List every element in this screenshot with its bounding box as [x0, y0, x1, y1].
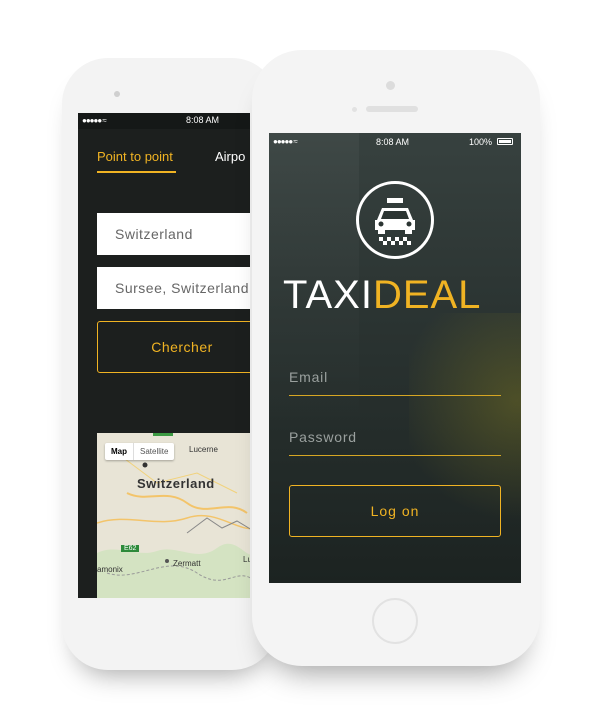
password-field[interactable]: Password: [289, 429, 501, 456]
destination-field[interactable]: Sursee, Switzerland: [97, 267, 250, 309]
map-label-country: Switzerland: [137, 476, 215, 491]
signal-icon: ●●●●● ≈: [82, 116, 107, 125]
login-button[interactable]: Log on: [289, 485, 501, 537]
camera-dot: [386, 81, 395, 90]
status-time: 8:08 AM: [186, 115, 220, 125]
tab-point-to-point[interactable]: Point to point: [97, 149, 173, 164]
status-bar: ●●●●● ≈ 8:08 AM: [78, 113, 250, 129]
map-road-badge: E62: [121, 545, 140, 552]
camera-dot: [114, 91, 120, 97]
origin-field[interactable]: Switzerland: [97, 213, 250, 255]
status-bar: ●●●●● ≈ 8:08 AM 100%: [269, 133, 521, 151]
brand-part-taxi: TAXI: [283, 273, 373, 317]
map-label-zermatt: Zermatt: [173, 559, 201, 568]
tab-airport[interactable]: Airpo: [215, 149, 245, 164]
map-label-amonix: amonix: [97, 565, 123, 574]
signal-icon: ●●●●● ≈: [273, 137, 298, 146]
taxi-icon: [356, 181, 434, 259]
taxi-car-icon: [375, 198, 415, 245]
map-view[interactable]: Map Satellite Lucerne Switzerland E62 Ze…: [97, 433, 250, 598]
login-screen: ●●●●● ≈ 8:08 AM 100% TAXIDEAL Email Pass…: [269, 133, 521, 583]
back-phone-screen: ●●●●● ≈ 8:08 AM Point to point Airpo Swi…: [78, 113, 250, 598]
tab-active-indicator: [97, 171, 176, 173]
battery-icon: [497, 138, 513, 145]
speaker-grille: [366, 106, 418, 112]
sensor-dot: [352, 107, 357, 112]
home-button[interactable]: [372, 598, 418, 644]
email-field[interactable]: Email: [289, 369, 501, 396]
brand-part-deal: DEAL: [372, 273, 482, 317]
map-tab-satellite[interactable]: Satellite: [134, 443, 174, 460]
map-type-control[interactable]: Map Satellite: [105, 443, 175, 460]
map-tab-map[interactable]: Map: [105, 443, 134, 460]
status-time: 8:08 AM: [376, 137, 410, 147]
map-label-lucerne: Lucerne: [189, 445, 218, 454]
map-label-lu: Lu: [243, 555, 250, 564]
search-button[interactable]: Chercher: [97, 321, 250, 373]
brand-logo-text: TAXIDEAL: [283, 273, 509, 318]
battery-percent: 100%: [469, 137, 493, 147]
